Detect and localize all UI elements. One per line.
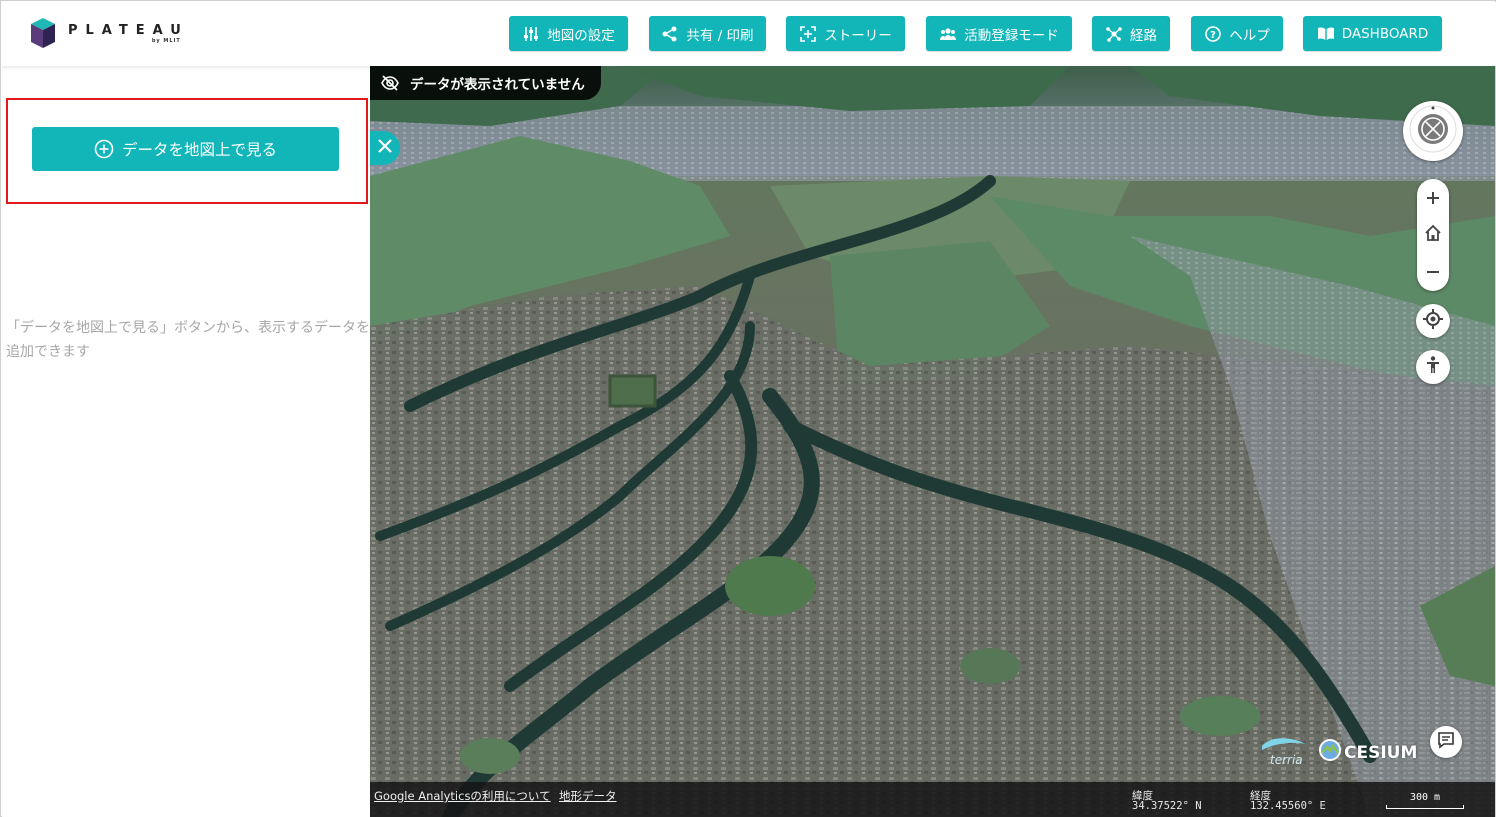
cesium-label: CESIUM	[1344, 742, 1418, 763]
no-data-badge: データが表示されていません	[370, 66, 601, 100]
longitude-readout: 経度 132.45560° E	[1250, 791, 1326, 812]
sliders-icon	[522, 25, 540, 43]
pedestrian-icon	[1423, 355, 1443, 379]
aerial-map-image	[370, 66, 1495, 817]
nav-label: 地図の設定	[547, 27, 615, 44]
zoom-controls	[1417, 179, 1449, 291]
share-print-button[interactable]: 共有 / 印刷	[649, 16, 766, 51]
map-viewer[interactable]: データが表示されていません terria CESIUM Google Analy…	[370, 66, 1495, 817]
nav-label: ストーリー	[824, 27, 892, 44]
latitude-value: 34.37522° N	[1132, 800, 1202, 812]
home-icon	[1424, 223, 1442, 247]
feedback-icon	[1436, 730, 1456, 754]
story-icon	[799, 25, 817, 43]
top-nav: 地図の設定 共有 / 印刷 ストーリー 活動登録モード 経路 ? ヘルプ DAS…	[2, 16, 1496, 52]
cesium-mark-icon	[1318, 738, 1342, 767]
map-settings-button[interactable]: 地図の設定	[509, 16, 628, 51]
nav-label: ヘルプ	[1229, 27, 1270, 44]
activity-mode-button[interactable]: 活動登録モード	[926, 16, 1072, 51]
terrain-data-link[interactable]: 地形データ	[559, 788, 617, 804]
terria-label: terria	[1270, 753, 1303, 766]
zoom-out-button[interactable]	[1418, 255, 1448, 289]
route-icon	[1105, 25, 1123, 43]
visibility-off-icon	[380, 73, 400, 93]
feedback-button[interactable]	[1430, 726, 1462, 758]
locate-icon	[1422, 308, 1444, 334]
app-window: PLATEAU by MLIT 地図の設定 共有 / 印刷 ストーリー 活動登録…	[0, 0, 1496, 817]
cesium-logo[interactable]: CESIUM	[1318, 738, 1417, 767]
plus-icon	[1426, 186, 1440, 210]
terria-logo: terria	[1260, 734, 1310, 767]
plus-circle-icon	[94, 139, 114, 159]
share-icon	[661, 25, 679, 43]
my-location-button[interactable]	[1416, 304, 1450, 338]
nav-label: DASHBOARD	[1341, 25, 1429, 42]
zoom-in-button[interactable]	[1418, 181, 1448, 215]
add-data-button[interactable]: データを地図上で見る	[32, 127, 339, 171]
add-data-label: データを地図上で見る	[121, 141, 277, 159]
compass-control[interactable]	[1403, 101, 1463, 161]
book-icon	[1317, 25, 1335, 43]
google-analytics-link[interactable]: Google Analyticsの利用について	[374, 788, 551, 804]
nav-label: 経路	[1130, 27, 1157, 44]
scale-bar	[1386, 805, 1464, 809]
svg-text:?: ?	[1210, 30, 1216, 41]
latitude-readout: 緯度 34.37522° N	[1132, 791, 1202, 812]
minus-icon	[1426, 260, 1440, 284]
help-icon: ?	[1204, 25, 1222, 43]
people-icon	[939, 25, 957, 43]
dashboard-button[interactable]: DASHBOARD	[1303, 16, 1442, 51]
longitude-value: 132.45560° E	[1250, 800, 1326, 812]
nav-label: 活動登録モード	[964, 27, 1059, 44]
pedestrian-mode-button[interactable]	[1416, 350, 1450, 384]
help-button[interactable]: ? ヘルプ	[1191, 16, 1283, 51]
home-button[interactable]	[1418, 218, 1448, 252]
header: PLATEAU by MLIT 地図の設定 共有 / 印刷 ストーリー 活動登録…	[2, 2, 1496, 66]
scale-label: 300 m	[1409, 792, 1441, 803]
empty-hint: 「データを地図上で見る」ボタンから、表示するデータを追加できます	[6, 320, 370, 360]
nav-label: 共有 / 印刷	[686, 27, 754, 44]
close-icon	[377, 138, 393, 158]
data-panel: データを地図上で見る 「データを地図上で見る」ボタンから、表示するデータを追加で…	[2, 66, 370, 817]
compass-icon	[1408, 104, 1458, 158]
route-button[interactable]: 経路	[1092, 16, 1170, 51]
story-button[interactable]: ストーリー	[786, 16, 905, 51]
no-data-label: データが表示されていません	[410, 77, 585, 93]
map-status-bar: Google Analyticsの利用について 地形データ 緯度 34.3752…	[370, 782, 1495, 817]
